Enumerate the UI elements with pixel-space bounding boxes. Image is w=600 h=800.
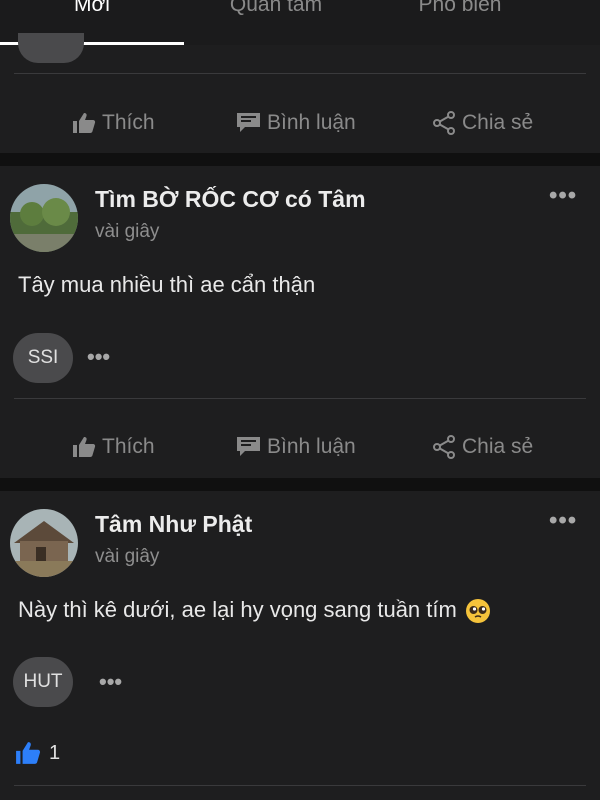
thumbs-up-icon <box>73 437 96 457</box>
thumbs-up-filled-icon <box>16 742 41 764</box>
post-text: Tây mua nhiều thì ae cẩn thận <box>18 272 316 297</box>
comment-label: Bình luận <box>267 435 356 458</box>
more-options-icon[interactable]: ••• <box>549 182 577 210</box>
divider <box>14 73 586 74</box>
avatar[interactable] <box>10 509 78 577</box>
like-button[interactable]: Thích <box>72 417 155 477</box>
post-card: Tìm BỜ RỐC CƠ có Tâm vài giây ••• Tây mu… <box>0 166 600 478</box>
stock-tag[interactable]: SSI <box>13 333 73 383</box>
tab-moi[interactable]: Mới <box>0 0 192 20</box>
share-icon <box>433 435 455 459</box>
divider <box>14 398 586 399</box>
post-time: vài giây <box>95 546 160 567</box>
share-label: Chia sẻ <box>462 111 534 134</box>
post-text-content: Này thì kê dưới, ae lại hy vọng sang tuầ… <box>18 597 457 622</box>
tab-quan-tam[interactable]: Quan tâm <box>176 0 376 20</box>
pleading-face-emoji-icon <box>465 599 490 624</box>
share-button[interactable]: Chia sẻ <box>432 93 533 153</box>
post-text: Này thì kê dưới, ae lại hy vọng sang tuầ… <box>18 597 491 624</box>
tag-more-icon[interactable]: ••• <box>87 344 110 370</box>
share-button[interactable]: Chia sẻ <box>432 417 533 477</box>
comment-label: Bình luận <box>267 111 356 134</box>
author-name[interactable]: Tâm Như Phật <box>95 511 252 538</box>
more-options-icon[interactable]: ••• <box>549 507 577 535</box>
author-name[interactable]: Tìm BỜ RỐC CƠ có Tâm <box>95 186 366 213</box>
post-actions: Thích Bình luận Chia sẻ <box>0 93 600 153</box>
post-actions: Thích Bình luận Chia sẻ <box>0 417 600 477</box>
tab-pho-bien[interactable]: Phổ biến <box>360 0 560 20</box>
post-time: vài giây <box>95 221 160 242</box>
comment-icon <box>237 113 260 132</box>
share-label: Chia sẻ <box>462 435 534 458</box>
like-label: Thích <box>102 435 155 458</box>
stock-tag-partial[interactable] <box>18 33 84 63</box>
like-label: Thích <box>102 111 155 134</box>
like-count[interactable]: 1 <box>15 741 60 765</box>
comment-button[interactable]: Bình luận <box>236 93 356 153</box>
thumbs-up-icon <box>73 113 96 133</box>
stock-tag[interactable]: HUT <box>13 657 73 707</box>
tab-bar: Mới Quan tâm Phổ biến <box>0 0 600 45</box>
like-button[interactable]: Thích <box>72 93 155 153</box>
comment-button[interactable]: Bình luận <box>236 417 356 477</box>
comment-icon <box>237 437 260 456</box>
like-count-value: 1 <box>49 741 61 764</box>
divider <box>14 785 586 786</box>
share-icon <box>433 111 455 135</box>
post-card: Tâm Như Phật vài giây ••• Này thì kê dướ… <box>0 491 600 800</box>
post-card-previous: Thích Bình luận Chia sẻ <box>0 33 600 153</box>
tag-more-icon[interactable]: ••• <box>99 669 122 695</box>
avatar[interactable] <box>10 184 78 252</box>
